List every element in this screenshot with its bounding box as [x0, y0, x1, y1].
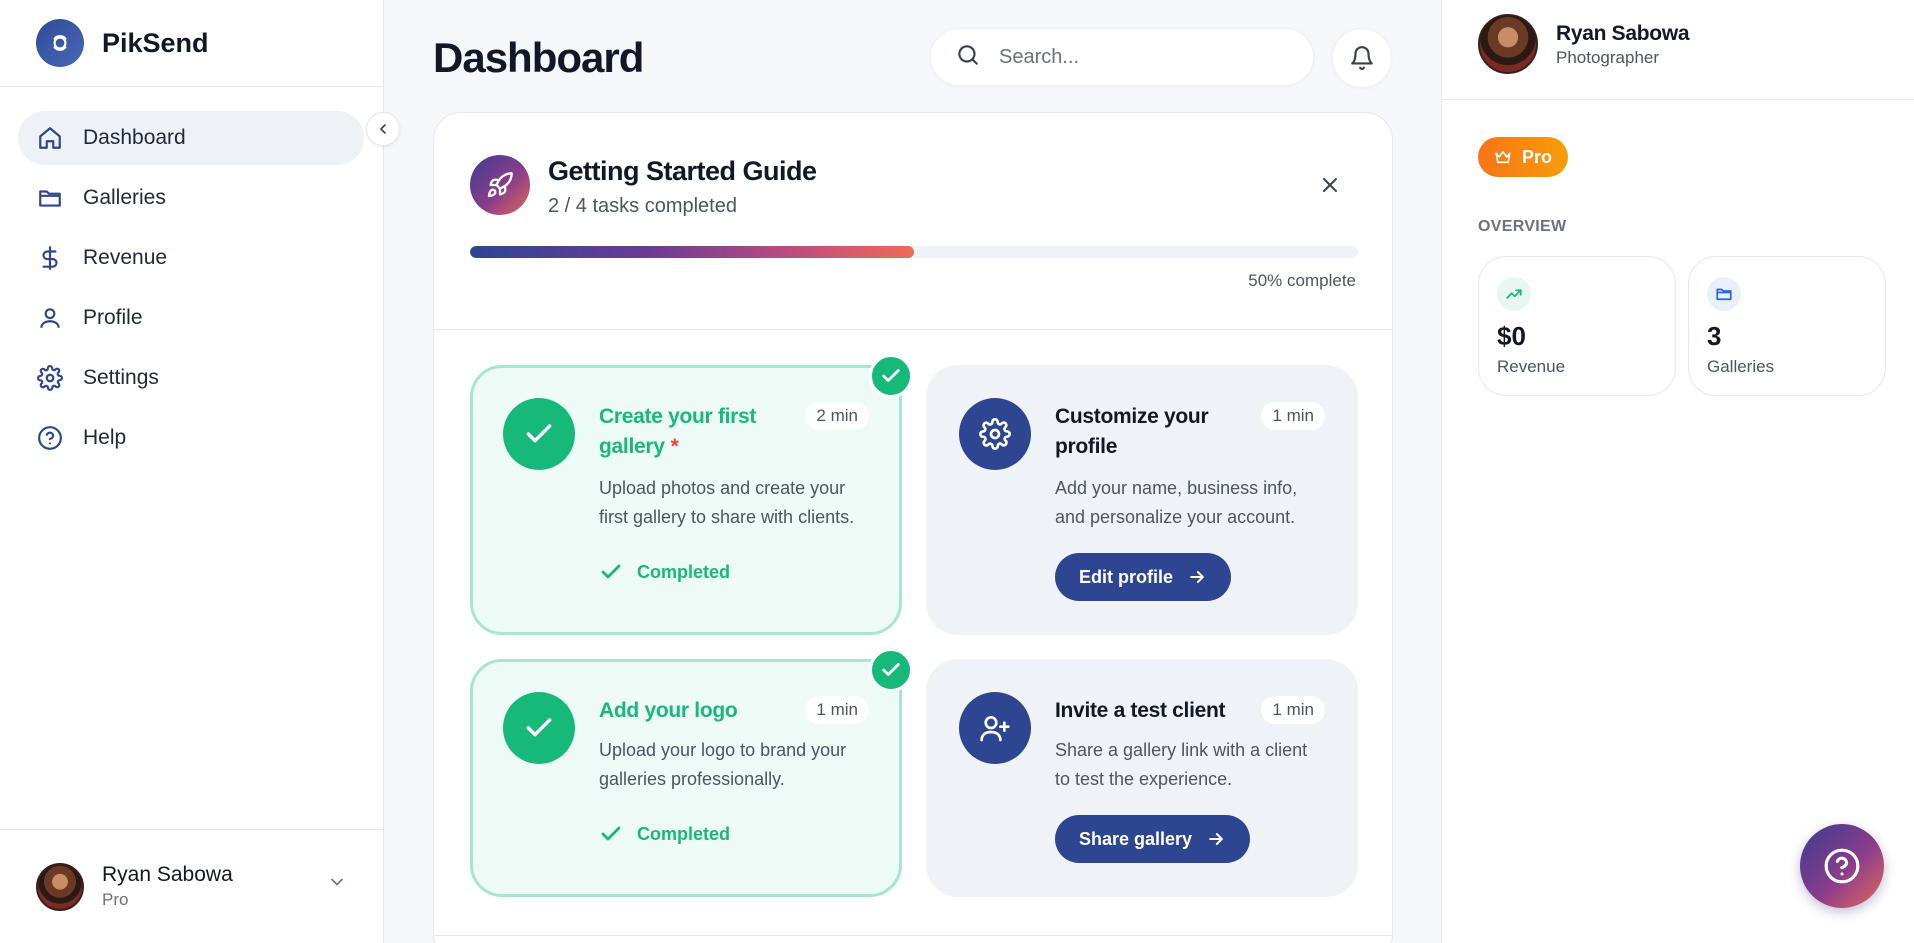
brand-name: PikSend: [102, 27, 209, 58]
arrow-right-icon: [1209, 833, 1223, 845]
share-gallery-button[interactable]: Share gallery: [1055, 815, 1251, 863]
task-card-customize-profile[interactable]: Customize your profile 1 min Add your na…: [926, 365, 1358, 635]
stat-card-revenue[interactable]: $0 Revenue: [1478, 256, 1676, 396]
edit-profile-button[interactable]: Edit profile: [1055, 553, 1231, 601]
right-panel: Ryan Sabowa Photographer Pro OVERVIEW $0…: [1441, 0, 1914, 943]
sidebar-item-label: Help: [83, 426, 127, 449]
rocket-icon: [470, 155, 530, 215]
sidebar-item-label: Profile: [83, 306, 143, 329]
progress-text: 50% complete: [1248, 271, 1356, 290]
close-icon[interactable]: [1318, 173, 1342, 202]
check-icon: [601, 564, 621, 579]
sidebar-item-label: Settings: [83, 366, 159, 389]
task-status-label: Completed: [637, 823, 731, 844]
notifications-button[interactable]: [1332, 28, 1392, 88]
trending-up-icon: [1497, 277, 1531, 311]
task-description: Add your name, business info, and person…: [1055, 478, 1298, 527]
stat-label: Revenue: [1497, 357, 1566, 376]
profile-role: Photographer: [1556, 48, 1660, 67]
sidebar: PikSend Dashboard Galleries Revenue Prof…: [0, 0, 384, 943]
search-input[interactable]: [999, 45, 1299, 69]
user-icon: [36, 304, 64, 332]
task-title: Create your first gallery *: [599, 402, 799, 462]
task-description: Upload your logo to brand your galleries…: [599, 740, 847, 789]
overview-heading: OVERVIEW: [1478, 218, 1567, 235]
guide-title: Getting Started Guide: [548, 156, 817, 186]
dollar-icon: [36, 244, 64, 272]
check-icon: [503, 398, 575, 470]
chevron-down-icon[interactable]: [327, 872, 347, 897]
help-circle-icon: [1824, 848, 1860, 884]
search-icon: [955, 42, 981, 73]
profile-header[interactable]: Ryan Sabowa Photographer: [1442, 0, 1914, 100]
bell-icon: [1351, 46, 1373, 70]
task-time-badge: 1 min: [805, 696, 869, 724]
crown-icon: [1495, 150, 1511, 164]
progress-fill: [470, 246, 914, 258]
task-status: Completed: [599, 822, 730, 846]
task-card-invite-client[interactable]: Invite a test client 1 min Share a galle…: [926, 659, 1358, 897]
task-status: Completed: [599, 560, 730, 584]
user-plus-icon: [959, 692, 1031, 764]
arrow-right-icon: [1190, 571, 1204, 583]
check-icon: [601, 826, 621, 841]
button-label: Share gallery: [1079, 828, 1193, 849]
task-title: Add your logo: [599, 699, 738, 722]
sidebar-user-menu[interactable]: Ryan Sabowa Pro: [0, 829, 383, 943]
completed-check-badge-icon: [869, 648, 913, 692]
required-mark: *: [670, 435, 679, 458]
main-content: Dashboard Getting Started Guide 2 / 4 ta…: [384, 0, 1441, 943]
help-fab-button[interactable]: [1800, 824, 1884, 908]
sidebar-user-name: Ryan Sabowa: [102, 863, 233, 886]
divider: [434, 935, 1392, 936]
sidebar-item-label: Dashboard: [83, 126, 186, 149]
task-title: Invite a test client: [1055, 699, 1226, 722]
stat-value: $0: [1497, 321, 1526, 351]
sidebar-item-dashboard[interactable]: Dashboard: [18, 111, 364, 165]
sidebar-item-galleries[interactable]: Galleries: [18, 171, 365, 225]
stat-value: 3: [1707, 321, 1722, 351]
check-icon: [503, 692, 575, 764]
help-circle-icon: [36, 424, 64, 452]
sidebar-item-help[interactable]: Help: [18, 411, 365, 465]
sidebar-item-settings[interactable]: Settings: [18, 351, 365, 405]
sidebar-user-plan: Pro: [102, 890, 129, 909]
task-card-create-gallery[interactable]: Create your first gallery * 2 min Upload …: [470, 354, 913, 635]
avatar: [36, 862, 84, 911]
brand-logo-icon[interactable]: [36, 19, 84, 67]
button-label: Edit profile: [1079, 566, 1173, 587]
pro-badge-label: Pro: [1522, 146, 1553, 167]
sidebar-item-profile[interactable]: Profile: [18, 291, 365, 345]
gear-icon: [36, 364, 64, 392]
home-icon: [36, 124, 64, 152]
guide-subtitle: 2 / 4 tasks completed: [548, 195, 737, 217]
stat-label: Galleries: [1707, 357, 1775, 376]
task-description: Upload photos and create your first gall…: [599, 478, 855, 527]
gear-icon: [959, 398, 1031, 470]
task-status-label: Completed: [637, 561, 731, 582]
folder-icon: [36, 184, 64, 212]
search-bar[interactable]: [930, 28, 1314, 86]
task-title: Customize your profile: [1055, 405, 1209, 458]
folder-icon: [1707, 277, 1741, 311]
sidebar-item-label: Revenue: [83, 246, 168, 269]
task-time-badge: 1 min: [1261, 696, 1325, 724]
task-time-badge: 2 min: [805, 402, 869, 430]
task-description: Share a gallery link with a client to te…: [1055, 740, 1308, 789]
sidebar-item-revenue[interactable]: Revenue: [18, 231, 365, 285]
profile-name: Ryan Sabowa: [1556, 22, 1690, 45]
brand: PikSend: [0, 0, 383, 87]
sidebar-nav: Dashboard Galleries Revenue Profile Sett…: [0, 87, 383, 465]
task-card-add-logo[interactable]: Add your logo 1 min Upload your logo to …: [470, 648, 913, 897]
avatar: [1478, 14, 1538, 74]
stat-card-galleries[interactable]: 3 Galleries: [1688, 256, 1886, 396]
sidebar-item-label: Galleries: [83, 186, 166, 209]
completed-check-badge-icon: [869, 354, 913, 398]
page-title: Dashboard: [433, 34, 644, 81]
task-time-badge: 1 min: [1261, 402, 1325, 430]
guide-header: Getting Started Guide 2 / 4 tasks comple…: [434, 113, 1392, 330]
progress-bar: [470, 246, 1358, 258]
pro-plan-badge[interactable]: Pro: [1478, 137, 1569, 177]
getting-started-guide: Getting Started Guide 2 / 4 tasks comple…: [433, 112, 1393, 943]
